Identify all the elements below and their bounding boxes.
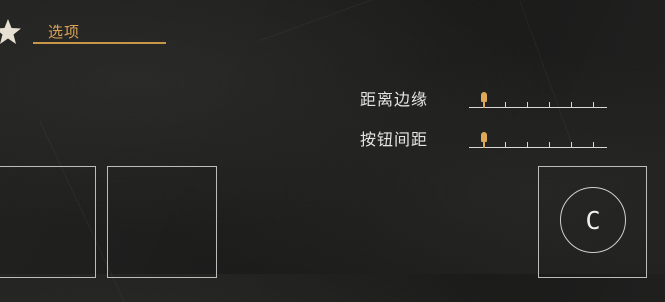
slider-tick [593, 102, 594, 108]
button-preview-panel-middle[interactable] [107, 166, 217, 278]
setting-button-spacing: 按钮间距 [360, 124, 610, 154]
slider-tick [593, 142, 594, 148]
slider-tick [549, 142, 550, 148]
title-underline [33, 42, 166, 44]
slider-tick [527, 102, 528, 108]
button-spacing-slider[interactable] [469, 124, 607, 152]
setting-edge-distance: 距离边缘 [360, 84, 610, 114]
slider-tick [505, 142, 506, 148]
slider-track [469, 147, 607, 148]
slider-thumb[interactable] [481, 132, 487, 148]
setting-label-button-spacing: 按钮间距 [360, 130, 429, 149]
c-action-button[interactable]: C [560, 187, 626, 253]
setting-label-edge-distance: 距离边缘 [360, 90, 429, 109]
slider-tick [571, 102, 572, 108]
slider-thumb[interactable] [481, 92, 487, 108]
slider-tick [571, 142, 572, 148]
star-icon [0, 19, 21, 44]
slider-tick [549, 102, 550, 108]
slider-tick [505, 102, 506, 108]
page-title: 选项 [48, 23, 81, 41]
background-scratch [260, 0, 392, 41]
slider-track [469, 107, 607, 108]
slider-tick [527, 142, 528, 148]
edge-distance-slider[interactable] [469, 84, 607, 112]
options-header: 选项 [0, 14, 170, 48]
button-preview-panel-left[interactable] [0, 166, 96, 278]
